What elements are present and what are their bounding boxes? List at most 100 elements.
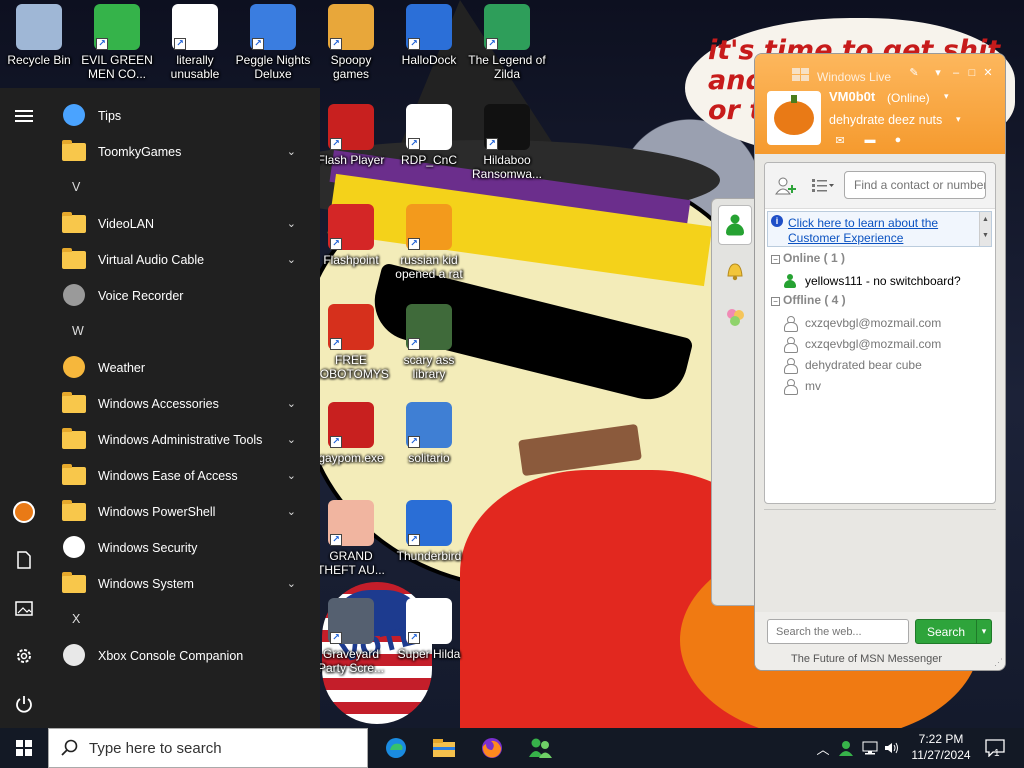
desktop-icon[interactable]: ↗ Flashpoint	[312, 204, 390, 267]
offline-buddy-icon	[783, 337, 798, 353]
list-options-icon[interactable]	[811, 177, 835, 196]
status-dropdown-icon[interactable]: ▾	[944, 91, 949, 102]
maximize-icon[interactable]: □	[965, 66, 979, 80]
desktop-icon[interactable]: ↗ RDP_CnC	[390, 104, 468, 167]
start-menu-letter-header[interactable]: X	[72, 612, 80, 626]
desktop-icon[interactable]: ↗ Graveyard Party Scre...	[312, 598, 390, 675]
start-menu-folder[interactable]: ToomkyGames ⌄	[48, 134, 310, 170]
start-menu-letter-header[interactable]: V	[72, 180, 80, 194]
contact-list-item[interactable]: cxzqevbgl@mozmail.com	[783, 313, 941, 333]
start-menu-folder[interactable]: Virtual Audio Cable ⌄	[48, 242, 310, 278]
start-menu-app[interactable]: Xbox Console Companion	[48, 638, 310, 674]
msn-username[interactable]: VM0b0t	[829, 89, 875, 104]
desktop-icon[interactable]: ↗ solitario	[390, 402, 468, 465]
desktop-icon[interactable]: ↗ scary ass library	[390, 304, 468, 381]
resize-grip-icon[interactable]: ⋰	[994, 657, 1003, 668]
start-menu-app[interactable]: Tips	[48, 98, 310, 134]
start-menu-folder[interactable]: Windows Administrative Tools ⌄	[48, 422, 310, 458]
pin-icon[interactable]: ✎	[907, 66, 921, 80]
show-hidden-icons-chevron[interactable]: ︿	[814, 728, 832, 768]
desktop-icon[interactable]: ↗ Spoopy games	[312, 4, 390, 81]
web-search-input[interactable]	[767, 619, 909, 644]
settings-icon[interactable]	[0, 636, 48, 676]
start-menu-letter-header[interactable]: W	[72, 324, 84, 338]
start-menu-folder[interactable]: VideoLAN ⌄	[48, 206, 310, 242]
start-menu-folder[interactable]: Windows PowerShell ⌄	[48, 494, 310, 530]
volume-icon[interactable]	[882, 728, 902, 768]
desktop-icon[interactable]: ↗ GRAND THEFT AU...	[312, 500, 390, 577]
hamburger-icon[interactable]	[0, 96, 48, 136]
file-explorer-icon[interactable]	[420, 728, 468, 768]
minimize-icon[interactable]: –	[949, 66, 963, 80]
alerts-bell-icon[interactable]	[718, 251, 752, 291]
notification-center-icon[interactable]: 1	[981, 728, 1009, 768]
taskbar-search[interactable]	[48, 728, 368, 768]
mail-icon[interactable]: ✉	[831, 134, 849, 148]
weather-icon	[62, 356, 90, 380]
start-menu-app[interactable]: Windows Security	[48, 530, 310, 566]
desktop-icon[interactable]: ↗ EVIL GREEN MEN CO...	[78, 4, 156, 81]
yashma-icon: ↗	[484, 104, 530, 150]
customer-experience-link[interactable]: Click here to learn about the Customer E…	[788, 216, 984, 246]
desktop-icon[interactable]: ↗ Flash Player	[312, 104, 390, 167]
contact-list-item[interactable]: cxzqevbgl@mozmail.com	[783, 334, 941, 354]
folder-icon[interactable]: ▬	[861, 134, 879, 148]
contact-group-header[interactable]: − Offline ( 4 )	[771, 293, 846, 307]
search-dropdown-icon[interactable]: ▾	[976, 619, 992, 644]
menu-dropdown-icon[interactable]: ▾	[931, 66, 945, 80]
desktop-icon[interactable]: ↗ russian kid opened a rat	[390, 204, 468, 281]
start-button[interactable]	[0, 728, 48, 768]
close-icon[interactable]: ✕	[981, 66, 995, 80]
network-icon[interactable]	[860, 728, 880, 768]
ad-scroll-arrows[interactable]: ▲ ▼	[979, 212, 991, 246]
desktop-icon[interactable]: ↗ FREE LOBOTOMYS	[312, 304, 390, 381]
contact-name: dehydrated bear cube	[805, 358, 922, 372]
desktop-icon[interactable]: ↗ Hildaboo Ransomwa...	[468, 104, 546, 181]
spaces-flower-icon[interactable]	[718, 297, 752, 337]
shortcut-arrow-icon: ↗	[486, 138, 498, 150]
chevron-down-icon: ⌄	[286, 506, 296, 518]
start-menu-app[interactable]: Weather	[48, 350, 310, 386]
clock[interactable]: 7:22 PM 11/27/2024	[902, 731, 980, 763]
msn-toolbar	[765, 163, 995, 209]
firefox-icon[interactable]	[468, 728, 516, 768]
message-dropdown-icon[interactable]: ▾	[956, 114, 961, 125]
desktop-icon[interactable]: ↗ HalloDock	[390, 4, 468, 67]
avatar[interactable]	[767, 91, 821, 145]
desktop-icon-label: EVIL GREEN MEN CO...	[81, 53, 153, 81]
power-icon[interactable]	[0, 684, 48, 724]
contact-list-item[interactable]: dehydrated bear cube	[783, 355, 922, 375]
find-contact-input[interactable]	[844, 171, 986, 199]
start-menu-folder[interactable]: Windows Accessories ⌄	[48, 386, 310, 422]
contact-group-header[interactable]: − Online ( 1 )	[771, 251, 845, 265]
search-icon	[49, 739, 89, 757]
msn-tray-icon[interactable]	[836, 728, 856, 768]
contacts-tab-icon[interactable]	[718, 205, 752, 245]
user-avatar-icon[interactable]	[0, 492, 48, 532]
start-menu-app[interactable]: Voice Recorder	[48, 278, 310, 314]
pictures-icon[interactable]	[0, 588, 48, 628]
desktop-icon[interactable]: ↗ literally unusable	[156, 4, 234, 81]
contact-list-item[interactable]: yellows111 - no switchboard?	[783, 271, 961, 291]
desktop-icon[interactable]: ↗ The Legend of Zilda	[468, 4, 546, 81]
desktop-icon[interactable]: ↗ Super Hilda	[390, 598, 468, 661]
contact-list-item[interactable]: mv	[783, 376, 821, 396]
desktop-icon-label: Thunderbird	[396, 549, 462, 563]
shortcut-arrow-icon: ↗	[408, 238, 420, 250]
search-button[interactable]: Search	[915, 619, 977, 644]
desktop-icon[interactable]: ↗ Thunderbird	[390, 500, 468, 563]
desktop-icon[interactable]: Recycle Bin	[0, 4, 78, 67]
start-menu-folder[interactable]: Windows System ⌄	[48, 566, 310, 602]
start-menu-folder[interactable]: Windows Ease of Access ⌄	[48, 458, 310, 494]
edge-icon[interactable]	[372, 728, 420, 768]
documents-icon[interactable]	[0, 540, 48, 580]
msn-status[interactable]: (Online)	[887, 91, 930, 105]
globe-icon[interactable]: ●	[889, 134, 907, 148]
msn-personal-message[interactable]: dehydrate deez nuts	[829, 113, 942, 127]
msn-messenger-icon[interactable]	[516, 728, 564, 768]
search-input[interactable]	[89, 739, 349, 757]
desktop-icon[interactable]: ↗ Peggle Nights Deluxe	[234, 4, 312, 81]
add-contact-icon[interactable]	[775, 177, 797, 198]
desktop-icon[interactable]: ↗ gaypom.exe	[312, 402, 390, 465]
folder-icon	[62, 428, 90, 452]
